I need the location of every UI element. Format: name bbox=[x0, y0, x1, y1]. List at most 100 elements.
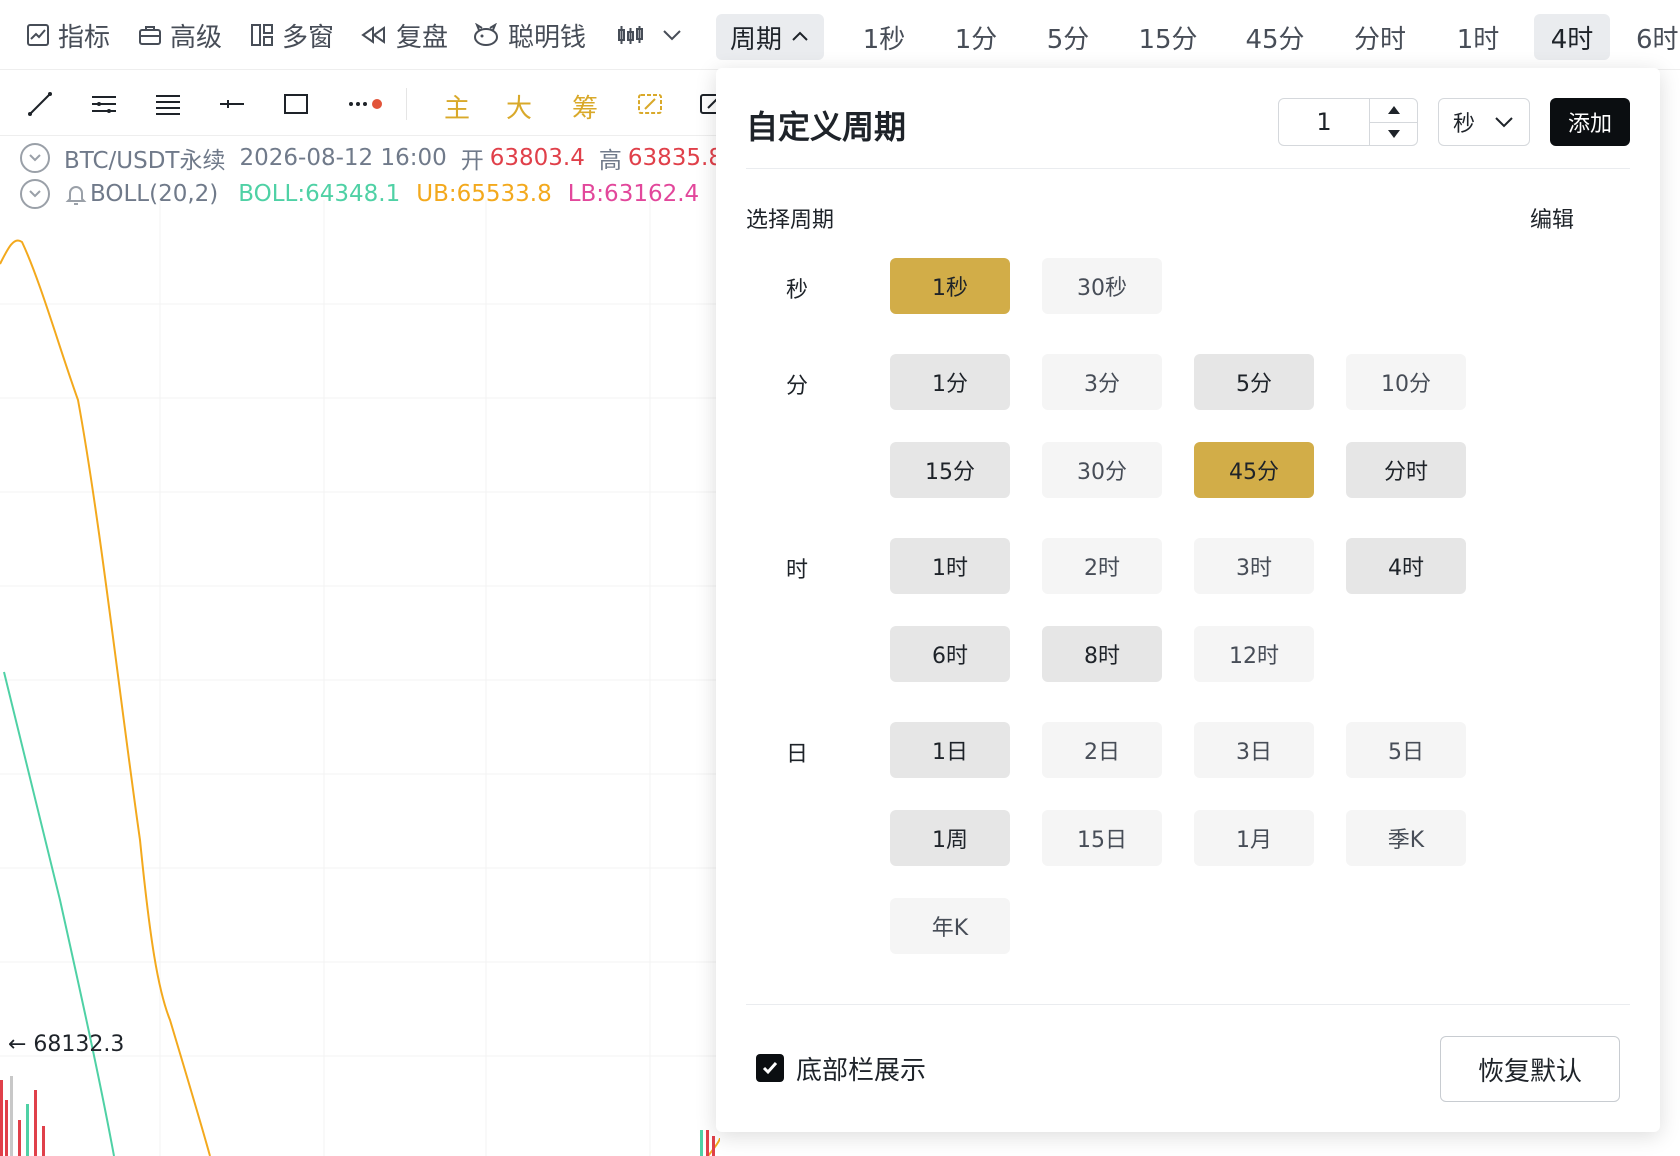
chip-30s[interactable]: 30秒 bbox=[1042, 258, 1162, 314]
open-value: 63803.4 bbox=[489, 145, 585, 171]
group-label-hours: 时 bbox=[786, 558, 809, 583]
rectangle-tool[interactable] bbox=[276, 84, 316, 124]
rewind-icon bbox=[361, 26, 385, 44]
horizontal-lines-icon bbox=[156, 95, 180, 115]
parallel-lines-icon bbox=[92, 96, 116, 113]
edit-drawing-tool[interactable] bbox=[630, 84, 670, 124]
panel-divider bbox=[746, 1004, 1630, 1005]
chip-timeline[interactable]: 分时 bbox=[1346, 442, 1466, 498]
edit-button[interactable]: 编辑 bbox=[1530, 202, 1574, 234]
upper-band-line bbox=[0, 239, 211, 1156]
chart-type-dropdown[interactable] bbox=[616, 14, 692, 56]
chart-line-icon bbox=[27, 24, 49, 46]
chart-grid bbox=[0, 200, 720, 1156]
chip-1d[interactable]: 1日 bbox=[890, 722, 1010, 778]
chip-1h[interactable]: 1时 bbox=[890, 538, 1010, 594]
top-toolbar: 指标 高级 多窗 复盘 聪明钱 周期 1秒 1分 5分 15分 45分 分时 1… bbox=[0, 0, 1680, 70]
chip-8h[interactable]: 8时 bbox=[1042, 626, 1162, 682]
symbol-name: BTC/USDT永续 bbox=[64, 148, 226, 174]
period-tab-6h[interactable]: 6时 bbox=[1636, 14, 1680, 60]
chip-5m[interactable]: 5分 bbox=[1194, 354, 1314, 410]
layout-grid-icon bbox=[251, 24, 273, 46]
horizontal-ray-tool[interactable] bbox=[212, 84, 252, 124]
chip-30m[interactable]: 30分 bbox=[1042, 442, 1162, 498]
chip-5d[interactable]: 5日 bbox=[1346, 722, 1466, 778]
drawing-toolbar: 主 大 筹 bbox=[0, 70, 722, 136]
unit-select-value: 秒 bbox=[1453, 112, 1476, 137]
candle-datetime: 2026-08-12 16:00 bbox=[239, 145, 447, 171]
main-force-toggle[interactable]: 主 bbox=[444, 88, 470, 125]
period-tab-1s[interactable]: 1秒 bbox=[848, 14, 920, 60]
multi-window-button[interactable]: 多窗 bbox=[250, 14, 334, 56]
trend-line-tool[interactable] bbox=[20, 84, 60, 124]
rectangle-icon bbox=[284, 94, 308, 114]
show-bottom-bar-checkbox[interactable] bbox=[756, 1054, 784, 1082]
trend-line-icon bbox=[28, 92, 52, 116]
chip-quarter[interactable]: 季K bbox=[1346, 810, 1466, 866]
multi-window-label: 多窗 bbox=[282, 22, 335, 53]
chip-15m[interactable]: 15分 bbox=[890, 442, 1010, 498]
triangle-down-icon bbox=[1387, 129, 1400, 138]
chip-10m[interactable]: 10分 bbox=[1346, 354, 1466, 410]
indicators-button[interactable]: 指标 bbox=[26, 14, 110, 56]
smart-money-button[interactable]: 聪明钱 bbox=[472, 14, 586, 56]
chip-45m[interactable]: 45分 bbox=[1194, 442, 1314, 498]
period-dropdown-button[interactable]: 周期 bbox=[716, 14, 824, 60]
period-tab-5m[interactable]: 5分 bbox=[1032, 14, 1104, 60]
chip-2h[interactable]: 2时 bbox=[1042, 538, 1162, 594]
parallel-channel-tool[interactable] bbox=[84, 84, 124, 124]
chip-3d[interactable]: 3日 bbox=[1194, 722, 1314, 778]
period-tab-15m[interactable]: 15分 bbox=[1126, 14, 1210, 60]
period-value-stepper[interactable]: 1 bbox=[1278, 98, 1418, 146]
more-dots-icon bbox=[349, 99, 382, 109]
more-tools-button[interactable] bbox=[344, 84, 390, 124]
chip-1s[interactable]: 1秒 bbox=[890, 258, 1010, 314]
chip-6h[interactable]: 6时 bbox=[890, 626, 1010, 682]
group-label-days: 日 bbox=[786, 742, 809, 767]
increment-button[interactable] bbox=[1370, 99, 1417, 123]
period-tab-1m[interactable]: 1分 bbox=[940, 14, 1012, 60]
chip-3m[interactable]: 3分 bbox=[1042, 354, 1162, 410]
chip-4h[interactable]: 4时 bbox=[1346, 538, 1466, 594]
show-bottom-bar-label[interactable]: 底部栏展示 bbox=[796, 1050, 926, 1087]
checkmark-icon bbox=[762, 1062, 778, 1075]
high-label: 高 bbox=[598, 148, 622, 174]
reset-default-button[interactable]: 恢复默认 bbox=[1440, 1036, 1620, 1102]
period-tab-1h[interactable]: 1时 bbox=[1440, 14, 1516, 60]
horizontal-ray-icon bbox=[220, 100, 244, 108]
chip-1mo[interactable]: 1月 bbox=[1194, 810, 1314, 866]
briefcase-icon bbox=[139, 26, 161, 45]
chip-1w[interactable]: 1周 bbox=[890, 810, 1010, 866]
group-label-seconds: 秒 bbox=[786, 278, 809, 303]
chip-12h[interactable]: 12时 bbox=[1194, 626, 1314, 682]
chip-year[interactable]: 年K bbox=[890, 898, 1010, 954]
period-tab-45m[interactable]: 45分 bbox=[1232, 14, 1318, 60]
panel-title: 自定义周期 bbox=[746, 108, 907, 146]
toolbar-divider bbox=[406, 88, 407, 120]
open-label: 开 bbox=[460, 148, 484, 174]
middle-band-line bbox=[3, 671, 115, 1156]
fib-tool[interactable] bbox=[148, 84, 188, 124]
chevron-down-icon bbox=[1495, 117, 1513, 128]
stepper-arrows bbox=[1369, 99, 1417, 145]
price-chart[interactable] bbox=[0, 200, 720, 1156]
indicators-label: 指标 bbox=[58, 22, 111, 53]
add-button[interactable]: 添加 bbox=[1550, 98, 1630, 146]
period-tab-4h[interactable]: 4时 bbox=[1534, 14, 1610, 60]
advanced-button[interactable]: 高级 bbox=[138, 14, 222, 56]
large-order-toggle[interactable]: 大 bbox=[506, 88, 532, 125]
chevron-down-icon bbox=[663, 30, 681, 41]
replay-button[interactable]: 复盘 bbox=[360, 14, 448, 56]
select-period-title: 选择周期 bbox=[746, 208, 835, 233]
chip-15d[interactable]: 15日 bbox=[1042, 810, 1162, 866]
chip-2d[interactable]: 2日 bbox=[1042, 722, 1162, 778]
decrement-button[interactable] bbox=[1370, 123, 1417, 146]
chip-1m[interactable]: 1分 bbox=[890, 354, 1010, 410]
chip-distribution-toggle[interactable]: 筹 bbox=[572, 88, 598, 125]
collapse-toggle-icon[interactable] bbox=[20, 143, 50, 173]
piggy-bank-icon bbox=[474, 23, 498, 46]
period-tab-timeline[interactable]: 分时 bbox=[1340, 14, 1420, 60]
period-value-input[interactable]: 1 bbox=[1279, 99, 1369, 145]
unit-select[interactable]: 秒 bbox=[1438, 98, 1530, 146]
chip-3h[interactable]: 3时 bbox=[1194, 538, 1314, 594]
